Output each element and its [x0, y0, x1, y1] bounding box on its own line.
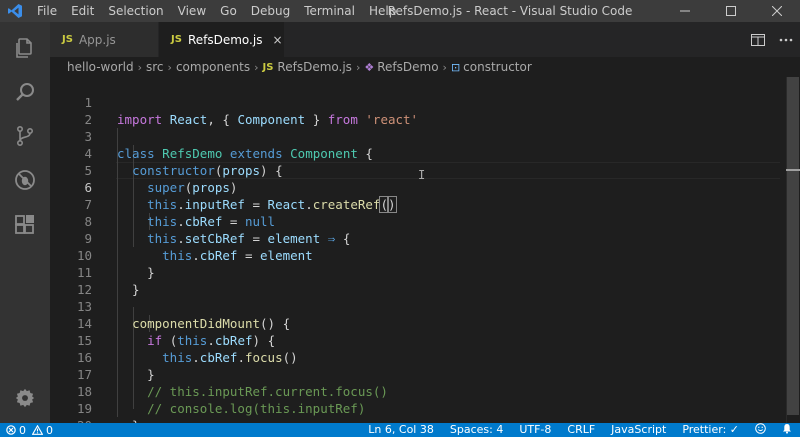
vertical-scrollbar[interactable]	[786, 77, 800, 423]
more-dots-icon	[779, 38, 793, 41]
code-line: 20	[50, 400, 780, 423]
minimize-button[interactable]	[662, 0, 708, 22]
tab-app-js[interactable]: JS App.js	[50, 22, 159, 57]
code-line: 15 this.cbRef.focus()	[50, 315, 780, 365]
breadcrumb-item[interactable]: RefsDemo.js	[277, 60, 352, 74]
error-icon	[6, 425, 16, 435]
breadcrumb-item[interactable]: constructor	[463, 60, 532, 74]
js-file-icon: JS	[262, 61, 274, 73]
code-line: 10 }	[50, 230, 780, 280]
end-of-line[interactable]: CRLF	[559, 423, 603, 437]
code-line-current: 6 this.inputRef = React.createRef()	[50, 162, 780, 213]
breadcrumb: hello-world › src › components › JS Refs…	[50, 57, 780, 77]
menu-view[interactable]: View	[171, 0, 213, 22]
extensions-icon[interactable]	[0, 202, 50, 246]
menu-file[interactable]: File	[30, 0, 64, 22]
status-bar-right: Ln 6, Col 38 Spaces: 4 UTF-8 CRLF JavaSc…	[360, 423, 800, 437]
more-actions-button[interactable]	[772, 22, 800, 57]
menu-selection[interactable]: Selection	[101, 0, 170, 22]
code-line: 17 // this.inputRef.current.focus()	[50, 349, 780, 399]
breadcrumb-item[interactable]: src	[146, 60, 164, 74]
maximize-button[interactable]	[708, 0, 754, 22]
chevron-right-icon: ›	[137, 60, 142, 74]
warning-icon	[32, 425, 43, 435]
code-line: 12	[50, 264, 780, 297]
scrollbar-thumb[interactable]	[787, 77, 799, 415]
cursor-position[interactable]: Ln 6, Col 38	[360, 423, 442, 437]
debug-icon[interactable]	[0, 158, 50, 202]
cursor-position-ruler	[786, 169, 800, 171]
class-symbol-icon: ❖	[364, 60, 375, 74]
code-line: 16 }	[50, 332, 780, 382]
source-control-icon[interactable]	[0, 114, 50, 158]
code-line: 1 import React, { Component } from 'reac…	[50, 77, 780, 127]
code-line: 5 super(props)	[50, 145, 780, 195]
code-line: 18 // console.log(this.inputRef)	[50, 366, 780, 416]
feedback-smiley-icon[interactable]	[747, 423, 774, 437]
warning-count: 0	[46, 423, 53, 437]
encoding[interactable]: UTF-8	[511, 423, 559, 437]
status-bar: 0 0 Ln 6, Col 38 Spaces: 4 UTF-8 CRLF Ja…	[0, 423, 800, 437]
editor-actions	[744, 22, 800, 57]
search-icon[interactable]	[0, 70, 50, 114]
chevron-right-icon: ›	[355, 60, 361, 74]
error-count: 0	[19, 423, 26, 437]
menu-bar: File Edit Selection View Go Debug Termin…	[30, 0, 403, 22]
method-symbol-icon: ⊡	[450, 60, 461, 74]
activity-bar	[0, 22, 50, 423]
minimize-icon	[680, 10, 690, 12]
problems-indicator[interactable]: 0 0	[0, 423, 53, 437]
tab-label: RefsDemo.js	[187, 32, 263, 47]
menu-edit[interactable]: Edit	[64, 0, 101, 22]
tab-label: App.js	[78, 32, 116, 47]
js-file-icon: JS	[62, 34, 73, 45]
language-mode[interactable]: JavaScript	[603, 423, 674, 437]
explorer-icon[interactable]	[0, 26, 50, 70]
vscode-logo-icon	[0, 0, 30, 22]
breadcrumb-item[interactable]: RefsDemo	[377, 60, 438, 74]
window-controls	[662, 0, 800, 22]
code-line: 19 }	[50, 383, 780, 423]
close-window-button[interactable]	[754, 0, 800, 22]
mouse-ibeam-cursor-icon: I	[418, 168, 426, 182]
code-line: 11 }	[50, 247, 780, 297]
title-bar: File Edit Selection View Go Debug Termin…	[0, 0, 800, 22]
tab-bar: JS App.js JS RefsDemo.js ×	[50, 22, 800, 57]
settings-gear-icon[interactable]	[0, 376, 50, 420]
split-editor-button[interactable]	[744, 22, 772, 57]
code-line: 13 componentDidMount() {	[50, 281, 780, 331]
maximize-icon	[726, 6, 736, 16]
code-line: 2	[50, 94, 780, 127]
indentation[interactable]: Spaces: 4	[442, 423, 511, 437]
notifications-bell-icon[interactable]	[774, 423, 800, 437]
menu-help[interactable]: Help	[362, 0, 403, 22]
tab-refsdemo-js[interactable]: JS RefsDemo.js ×	[159, 22, 285, 57]
code-line: 4 constructor(props) {	[50, 128, 780, 178]
code-line: 9 this.cbRef = element	[50, 213, 780, 263]
menu-go[interactable]: Go	[213, 0, 244, 22]
code-editor[interactable]: 1 import React, { Component } from 'reac…	[50, 77, 800, 423]
tab-close-icon[interactable]: ×	[272, 33, 282, 47]
breadcrumb-item[interactable]: components	[176, 60, 250, 74]
code-line: 8 this.setCbRef = element ⇒ {	[50, 196, 780, 246]
prettier-status[interactable]: Prettier: ✓	[674, 423, 747, 437]
code-line: 14 if (this.cbRef) {	[50, 298, 780, 348]
chevron-right-icon: ›	[442, 60, 447, 74]
code-line: 3 class RefsDemo extends Component {	[50, 111, 780, 161]
close-icon	[772, 6, 782, 16]
breadcrumb-item[interactable]: hello-world	[67, 60, 134, 74]
code-line: 7 this.cbRef = null	[50, 179, 780, 229]
split-editor-icon	[751, 33, 765, 46]
menu-terminal[interactable]: Terminal	[297, 0, 362, 22]
js-file-icon: JS	[171, 34, 182, 45]
menu-debug[interactable]: Debug	[244, 0, 297, 22]
chevron-right-icon: ›	[254, 60, 259, 74]
chevron-right-icon: ›	[167, 60, 172, 74]
